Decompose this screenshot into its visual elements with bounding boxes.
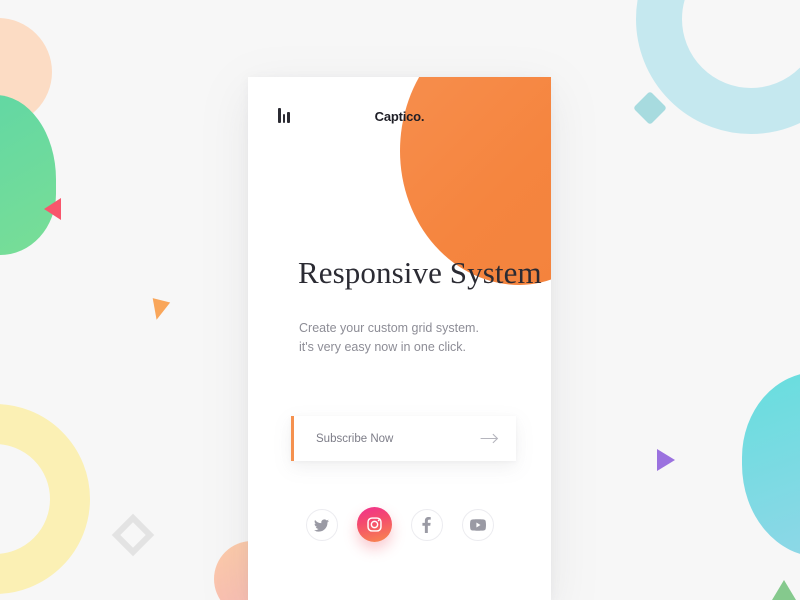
hero-subcopy: Create your custom grid system. it's ver… bbox=[299, 319, 479, 357]
blob-green-shape bbox=[0, 95, 56, 255]
brand-logo: Captico. bbox=[374, 109, 425, 124]
social-facebook-button[interactable] bbox=[410, 509, 443, 541]
triangle-green-shape bbox=[772, 580, 796, 600]
ring-yellow-shape bbox=[0, 404, 90, 594]
social-twitter-button[interactable] bbox=[305, 509, 338, 541]
mobile-app-card: Captico. Responsive System Create your c… bbox=[248, 77, 551, 600]
subscribe-placeholder: Subscribe Now bbox=[316, 432, 394, 445]
social-instagram-button[interactable] bbox=[356, 507, 392, 542]
page-title: Responsive System bbox=[298, 255, 542, 290]
diamond-teal-shape bbox=[633, 91, 667, 125]
hero-subcopy-line-2: it's very easy now in one click. bbox=[299, 340, 467, 354]
card-header: Captico. bbox=[248, 97, 551, 124]
triangle-purple-shape bbox=[657, 449, 675, 471]
blob-cyan-shape bbox=[742, 372, 800, 557]
triangle-pink-shape bbox=[44, 198, 61, 220]
hero-subcopy-line-1: Create your custom grid system. bbox=[299, 321, 479, 335]
arrow-right-icon[interactable] bbox=[480, 433, 499, 444]
social-youtube-button[interactable] bbox=[461, 509, 494, 541]
diamond-gray-shape bbox=[111, 513, 155, 557]
subscribe-input[interactable]: Subscribe Now bbox=[291, 416, 516, 461]
triangle-orange-shape bbox=[147, 298, 171, 322]
social-links bbox=[248, 507, 551, 542]
